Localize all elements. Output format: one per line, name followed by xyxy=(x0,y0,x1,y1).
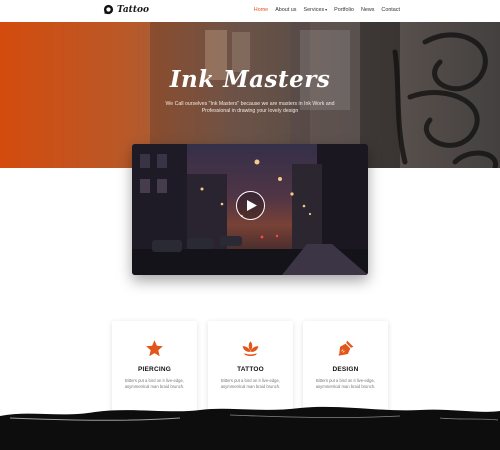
star-icon xyxy=(146,340,163,357)
service-description: Bitters put a bird on it live-edge, asym… xyxy=(315,378,376,389)
service-title: TATTOO xyxy=(237,366,264,373)
nav-services[interactable]: Services▾ xyxy=(303,7,327,13)
service-description: Bitters put a bird on it live-edge, asym… xyxy=(220,378,281,389)
site-header: Tattoo Home About us Services▾ Portfolio… xyxy=(0,0,500,22)
page: Tattoo Home About us Services▾ Portfolio… xyxy=(0,0,500,450)
service-title: DESIGN xyxy=(332,366,359,373)
chevron-down-icon: ▾ xyxy=(325,7,328,12)
hero-title: Ink Masters xyxy=(169,66,331,93)
nav-about[interactable]: About us xyxy=(275,7,296,13)
logo-mark-icon xyxy=(103,4,114,15)
play-icon xyxy=(246,200,257,211)
main-nav: Home About us Services▾ Portfolio News C… xyxy=(254,7,400,13)
lotus-icon xyxy=(242,341,259,357)
video-player[interactable] xyxy=(132,144,368,275)
nav-services-label: Services xyxy=(303,7,325,13)
footer-brush-stroke xyxy=(0,406,500,450)
pen-nib-icon xyxy=(338,340,354,356)
nav-portfolio[interactable]: Portfolio xyxy=(334,7,354,13)
hero-subtitle: We Call ourselves "Ink Masters" because … xyxy=(165,101,335,114)
logo[interactable]: Tattoo xyxy=(103,4,149,15)
logo-text: Tattoo xyxy=(117,4,149,15)
nav-home[interactable]: Home xyxy=(254,7,268,13)
nav-contact[interactable]: Contact xyxy=(381,7,400,13)
service-description: Bitters put a bird on it live-edge, asym… xyxy=(124,378,185,389)
play-button[interactable] xyxy=(236,191,265,220)
service-title: PIERCING xyxy=(137,366,172,373)
nav-news[interactable]: News xyxy=(361,7,374,13)
